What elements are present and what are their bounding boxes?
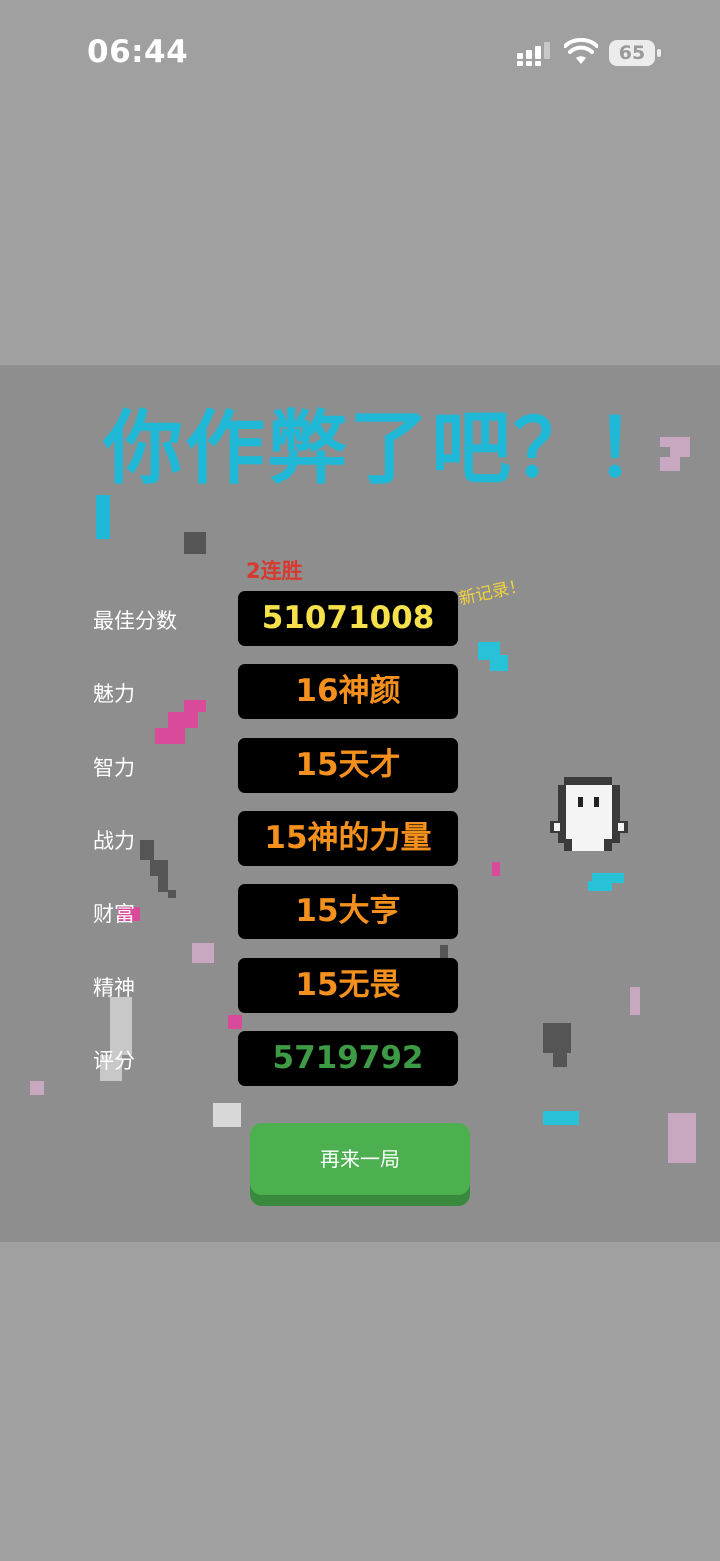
stat-label: 魅力 [93,682,135,706]
status-time: 06:44 [87,34,189,70]
stat-value: 51071008 [238,591,458,646]
stat-label: 财富 [93,902,135,926]
stat-value: 15天才 [238,738,458,793]
stat-value: 5719792 [238,1031,458,1086]
stat-row-intelligence: 智力 15天才 [0,738,720,794]
stat-value: 15神的力量 [238,811,458,866]
pixel-debris [228,1015,242,1029]
battery-level: 65 [618,42,646,64]
battery-icon: 65 [609,40,661,66]
status-bar: 06:44 65 [0,0,720,100]
stat-row-combat: 战力 15神的力量 [0,811,720,867]
game-over-title: 你作弊了吧？！ [103,402,677,495]
stat-value: 15无畏 [238,958,458,1013]
win-streak-label: 2连胜 [246,559,303,583]
stat-row-best-score: 最佳分数 51071008 [0,591,720,647]
pixel-debris [184,532,206,554]
stat-value: 16神颜 [238,664,458,719]
pixel-debris [543,1111,579,1125]
stat-label: 战力 [93,829,135,853]
cellular-signal-icon [517,42,550,66]
stat-label: 评分 [93,1049,135,1073]
wifi-icon [564,38,598,64]
stat-row-rating: 评分 5719792 [0,1031,720,1087]
stat-label: 智力 [93,756,135,780]
pixel-debris [668,1113,696,1163]
stat-row-spirit: 精神 15无畏 [0,958,720,1014]
pixel-debris [96,495,110,539]
stat-label: 精神 [93,976,135,1000]
stat-row-charm: 魅力 16神颜 [0,664,720,720]
pixel-debris [440,945,448,959]
stat-value: 15大亨 [238,884,458,939]
pixel-debris [213,1103,241,1127]
game-over-panel: 你作弊了吧？！ 2连胜 新记录！ 最佳分数 51071008 魅力 16神颜 智… [0,365,720,1242]
stat-row-wealth: 财富 15大亨 [0,884,720,940]
replay-button[interactable]: 再来一局 [250,1123,470,1195]
stat-label: 最佳分数 [93,609,177,633]
